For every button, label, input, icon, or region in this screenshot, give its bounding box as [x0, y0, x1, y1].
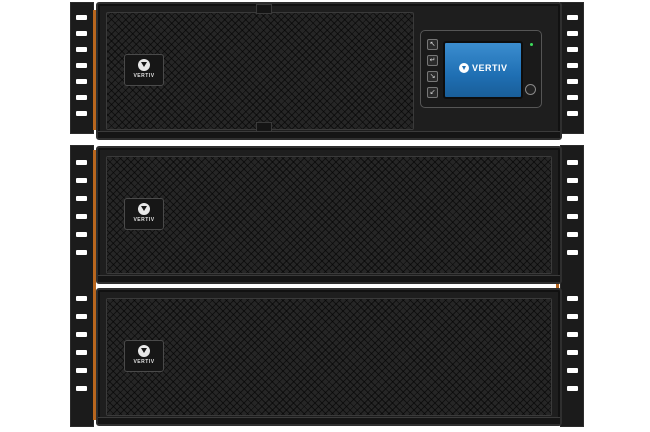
- nav-up-key[interactable]: ↖: [427, 39, 438, 50]
- nav-down-key[interactable]: ↘: [427, 71, 438, 82]
- left-rack-ear-bottom: [70, 145, 94, 427]
- badge-text: VERTIV: [133, 73, 155, 79]
- badge-text: VERTIV: [133, 359, 155, 365]
- battery-front-grille-2: [106, 298, 552, 416]
- unit-bottom-lip: [98, 275, 560, 282]
- vertiv-logo-icon: [138, 203, 150, 215]
- badge-text: VERTIV: [133, 217, 155, 223]
- power-button[interactable]: [525, 84, 536, 95]
- lcd-screen: VERTIV: [443, 41, 523, 99]
- brand-badge-ups: VERTIV: [124, 54, 164, 86]
- battery-module-2: [96, 288, 562, 426]
- brand-badge-battery-2: VERTIV: [124, 340, 164, 372]
- escape-key[interactable]: ↙: [427, 87, 438, 98]
- battery-module-1: [96, 146, 562, 284]
- left-rack-ear-top: [70, 2, 94, 134]
- vertiv-logo-icon: [138, 59, 150, 71]
- ups-rack-assembly: VERTIV ↖ ↵ ↘ ↙ VERTIV VERTIV VERTIV: [0, 0, 650, 432]
- status-led-icon: [530, 43, 533, 46]
- vertiv-logo-icon: [138, 345, 150, 357]
- unit-bottom-lip: [98, 417, 560, 424]
- right-rack-ear-bottom: [560, 145, 584, 427]
- enter-key[interactable]: ↵: [427, 55, 438, 66]
- battery-front-grille-1: [106, 156, 552, 274]
- lcd-control-panel: ↖ ↵ ↘ ↙ VERTIV: [420, 30, 542, 108]
- top-hinge: [256, 4, 272, 14]
- brand-badge-battery-1: VERTIV: [124, 198, 164, 230]
- vertiv-logo-icon: [459, 63, 469, 73]
- screen-brand-text: VERTIV: [472, 63, 508, 73]
- navigation-keys: ↖ ↵ ↘ ↙: [427, 39, 439, 103]
- right-rack-ear-top: [560, 2, 584, 134]
- unit-bottom-lip: [98, 131, 560, 138]
